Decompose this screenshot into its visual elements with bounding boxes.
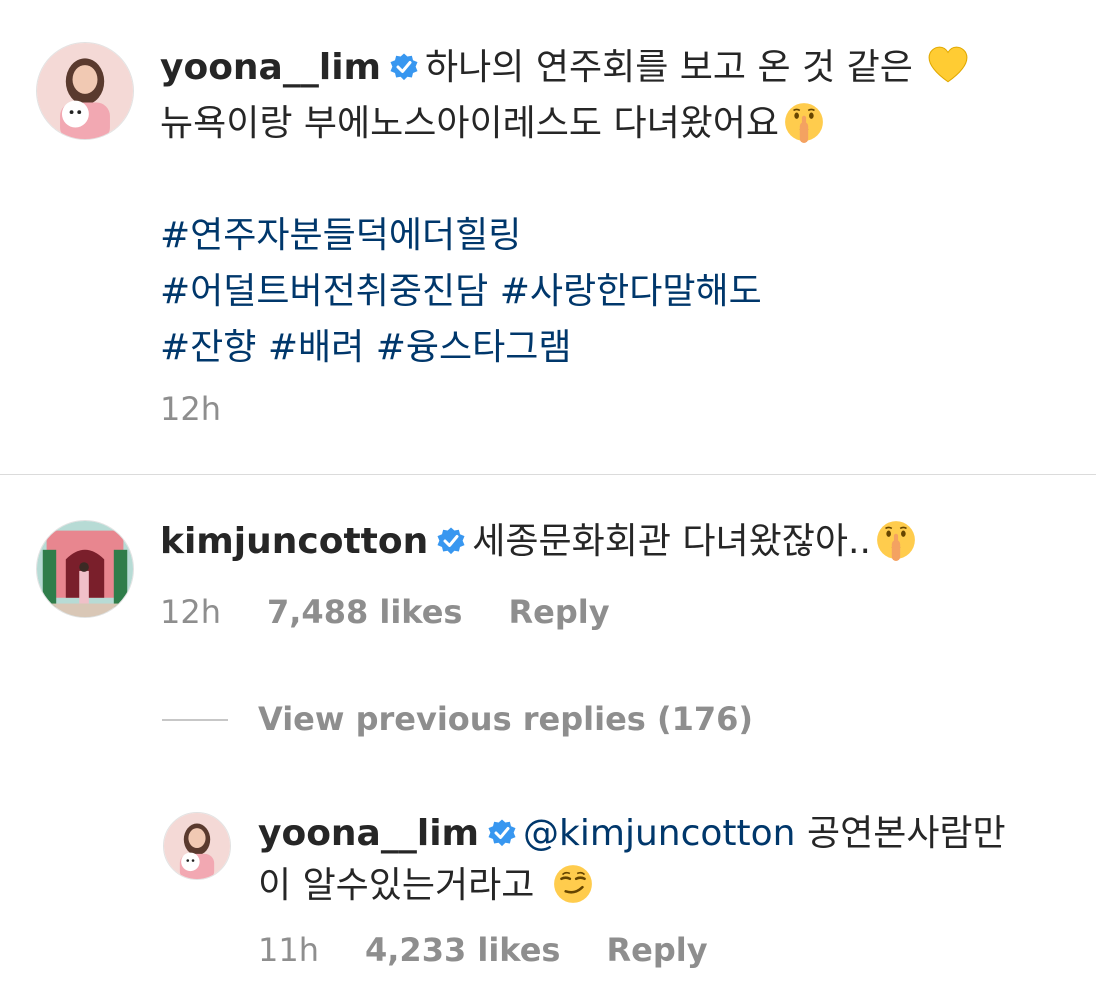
- view-previous-replies-button[interactable]: View previous replies (176): [258, 700, 753, 738]
- mention-link[interactable]: @kimjuncotton: [523, 813, 795, 854]
- reply-meta: 11h 4,233 likes Reply: [258, 931, 754, 969]
- reply-timestamp[interactable]: 11h: [258, 931, 319, 969]
- reply-username[interactable]: yoona__lim: [258, 813, 479, 854]
- post-avatar[interactable]: [36, 42, 134, 140]
- hashtag-link[interactable]: #융스타그램: [376, 327, 572, 368]
- comment-body: kimjuncotton 세종문화회관 다녀왔잖아..: [160, 514, 917, 570]
- post-username[interactable]: yoona__lim: [160, 47, 381, 88]
- hashtag-link[interactable]: #연주자분들덕에더힐링: [160, 215, 521, 256]
- shushing-face-icon: [783, 101, 825, 143]
- hashtag-link[interactable]: #잔향: [160, 327, 256, 368]
- post-timestamp[interactable]: 12h: [160, 390, 221, 428]
- shushing-face-icon: [875, 519, 917, 561]
- verified-badge-icon: [436, 526, 466, 556]
- reply-text-line-1: 공연본사람만: [806, 813, 1006, 854]
- reply-likes[interactable]: 4,233 likes: [365, 931, 560, 969]
- comment-avatar[interactable]: [36, 520, 134, 618]
- section-divider: [0, 474, 1096, 475]
- smirking-face-icon: [552, 863, 594, 905]
- reply-reply-button[interactable]: Reply: [606, 931, 707, 969]
- reply-body: yoona__lim @kimjuncotton 공연본사람만 이 알수있는거라고: [258, 808, 1058, 912]
- verified-badge-icon: [487, 818, 517, 848]
- replies-connector-line: [162, 719, 228, 721]
- hashtag-link[interactable]: #사랑한다말해도: [500, 271, 762, 312]
- comment-reply-button[interactable]: Reply: [508, 593, 609, 631]
- comment-meta: 12h 7,488 likes Reply: [160, 593, 656, 631]
- caption-line-1: 하나의 연주회를 보고 온 것 같은: [425, 47, 913, 88]
- hashtag-link[interactable]: #어덜트버전취중진담: [160, 271, 488, 312]
- hashtag-link[interactable]: #배려: [268, 327, 364, 368]
- verified-badge-icon: [389, 52, 419, 82]
- reply-text-line-2: 이 알수있는거라고: [258, 865, 535, 906]
- comment-timestamp[interactable]: 12h: [160, 593, 221, 631]
- comment-likes[interactable]: 7,488 likes: [267, 593, 462, 631]
- hashtag-list: #연주자분들덕에더힐링 #어덜트버전취중진담 #사랑한다말해도 #잔향 #배려 …: [160, 208, 1060, 376]
- post-meta: 12h: [160, 390, 267, 428]
- reply-avatar[interactable]: [163, 812, 231, 880]
- post-caption: yoona__lim 하나의 연주회를 보고 온 것 같은 뉴욕이랑 부에노스아이…: [160, 40, 1060, 376]
- caption-line-2: 뉴욕이랑 부에노스아이레스도 다녀왔어요: [160, 103, 780, 144]
- comment-username[interactable]: kimjuncotton: [160, 521, 428, 562]
- comment-text: 세종문화회관 다녀왔잖아..: [472, 521, 871, 562]
- yellow-heart-icon: [927, 45, 969, 87]
